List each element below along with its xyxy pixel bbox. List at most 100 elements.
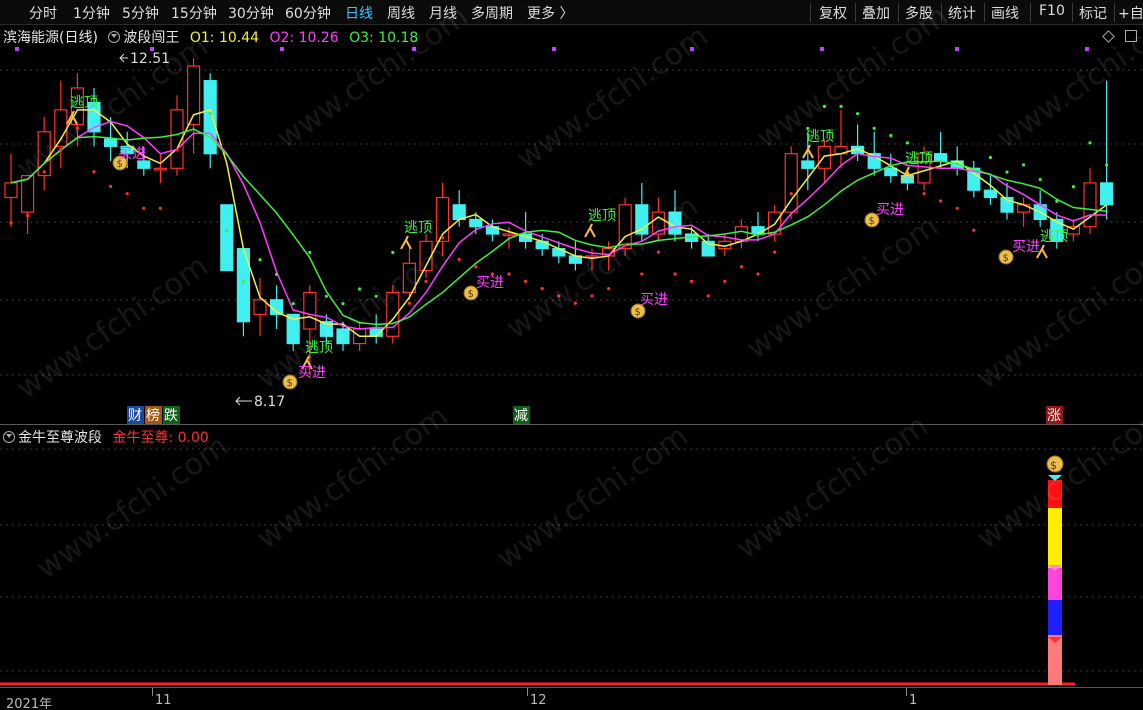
svg-text:涨: 涨 (1047, 408, 1061, 424)
trail-star (988, 155, 993, 160)
f10-button[interactable]: F10 (1039, 3, 1065, 19)
period-marker (690, 47, 694, 51)
period-tab-weekly[interactable]: 周线 (387, 3, 415, 23)
indicator-subchart[interactable]: $ (0, 425, 1143, 687)
period-marker (1085, 47, 1089, 51)
candle-body (933, 153, 948, 162)
period-tab-5min[interactable]: 5分钟 (122, 3, 159, 23)
period-tab-1min[interactable]: 1分钟 (73, 3, 110, 23)
trail-star (75, 126, 79, 130)
statistics-button[interactable]: 统计 (948, 3, 976, 23)
escape-top-label: 逃顶 (588, 208, 616, 224)
trail-star (241, 280, 245, 284)
candle-body (103, 138, 118, 147)
trail-star (706, 294, 710, 298)
low-price-marker: 8.17 (235, 394, 285, 410)
buy-in-label: 买进 (1012, 239, 1040, 255)
trail-star (623, 243, 627, 247)
svg-text:跌: 跌 (164, 408, 178, 424)
signal-column: $ (1046, 455, 1064, 685)
draw-line-button[interactable]: 画线 (991, 3, 1019, 23)
add-custom-button[interactable]: +自 (1118, 3, 1143, 23)
trail-star (1071, 185, 1075, 189)
event-badge-bang[interactable]: 榜 (145, 406, 162, 424)
trail-star (673, 272, 677, 276)
trail-star (922, 192, 926, 196)
toolbar-separator (941, 3, 942, 22)
multi-stock-button[interactable]: 多股 (905, 3, 933, 23)
escape-top-label: 逃顶 (305, 340, 333, 356)
candlestick-chart[interactable]: 逃顶逃顶逃顶逃顶逃顶逃顶逃顶$$$$$$买进买进买进买进买进买进 12.51 8… (0, 25, 1143, 425)
trail-star (9, 221, 13, 225)
svg-text:$: $ (1050, 459, 1057, 472)
mark-button[interactable]: 标记 (1079, 3, 1107, 23)
period-tab-15min[interactable]: 15分钟 (171, 3, 217, 23)
trail-star (374, 294, 378, 298)
trail-star (955, 206, 959, 210)
event-badge-cai[interactable]: 财 (127, 406, 144, 424)
trail-star (839, 104, 843, 108)
trail-star (142, 206, 146, 210)
axis-tick (152, 688, 153, 696)
high-price-label: 12.51 (130, 51, 170, 67)
trail-star (905, 141, 910, 145)
trail-star (225, 228, 229, 233)
trail-star (358, 287, 362, 291)
buy-in-label: 买进 (876, 202, 904, 218)
trail-star (1022, 163, 1026, 167)
trail-star (723, 279, 727, 283)
toolbar-separator (898, 3, 899, 22)
candle-body (751, 226, 765, 235)
restore-rights-button[interactable]: 复权 (819, 3, 847, 23)
trail-star (109, 184, 113, 188)
overlay-button[interactable]: 叠加 (862, 3, 890, 23)
trail-star (1105, 163, 1109, 167)
trail-star (1055, 199, 1059, 203)
trail-star (656, 250, 661, 254)
period-tab-multi[interactable]: 多周期 (471, 3, 513, 23)
trail-star (972, 228, 976, 232)
candle-body (784, 153, 798, 213)
money-bag-glyph: $ (869, 216, 875, 227)
buy-in-label: 买进 (640, 292, 668, 308)
candle-body (137, 160, 151, 169)
axis-tick (906, 688, 907, 696)
trail-star (424, 279, 428, 283)
event-badge-zhang[interactable]: 涨 (1046, 406, 1063, 424)
candle-body (303, 291, 317, 330)
trail-star (158, 206, 162, 210)
trail-star (856, 112, 860, 116)
trail-star (324, 294, 328, 298)
trail-star (756, 272, 760, 276)
trail-star (573, 301, 578, 305)
escape-top-label: 逃顶 (404, 220, 432, 236)
time-axis: 2021年 11 12 1 (0, 687, 1143, 710)
axis-label-year: 2021年 (6, 697, 53, 710)
trail-star (590, 294, 594, 298)
candle-body (1099, 182, 1114, 206)
trail-star (92, 170, 96, 174)
period-tab-monthly[interactable]: 月线 (429, 3, 457, 23)
trail-star (822, 104, 827, 108)
candle-body (220, 204, 234, 272)
event-badge-jian[interactable]: 减 (513, 406, 530, 424)
trail-star (557, 294, 561, 298)
period-tab-timeshare[interactable]: 分时 (29, 3, 57, 23)
period-marker (412, 47, 416, 51)
trail-star (391, 250, 395, 255)
toolbar-separator (855, 3, 856, 22)
period-marker (820, 47, 824, 51)
low-price-label: 8.17 (254, 394, 285, 410)
candle-body (21, 174, 35, 213)
period-tab-60min[interactable]: 60分钟 (285, 3, 331, 23)
candle-body (37, 131, 51, 177)
candle-body (502, 233, 516, 237)
period-tab-30min[interactable]: 30分钟 (228, 3, 274, 23)
trail-star (42, 170, 46, 174)
period-tab-daily[interactable]: 日线 (345, 3, 373, 23)
event-badge-die[interactable]: 跌 (163, 406, 180, 424)
toolbar-separator (1072, 3, 1073, 22)
period-tab-more[interactable]: 更多 〉 (527, 3, 573, 23)
trail-star (59, 148, 63, 152)
trail-star (308, 250, 312, 255)
